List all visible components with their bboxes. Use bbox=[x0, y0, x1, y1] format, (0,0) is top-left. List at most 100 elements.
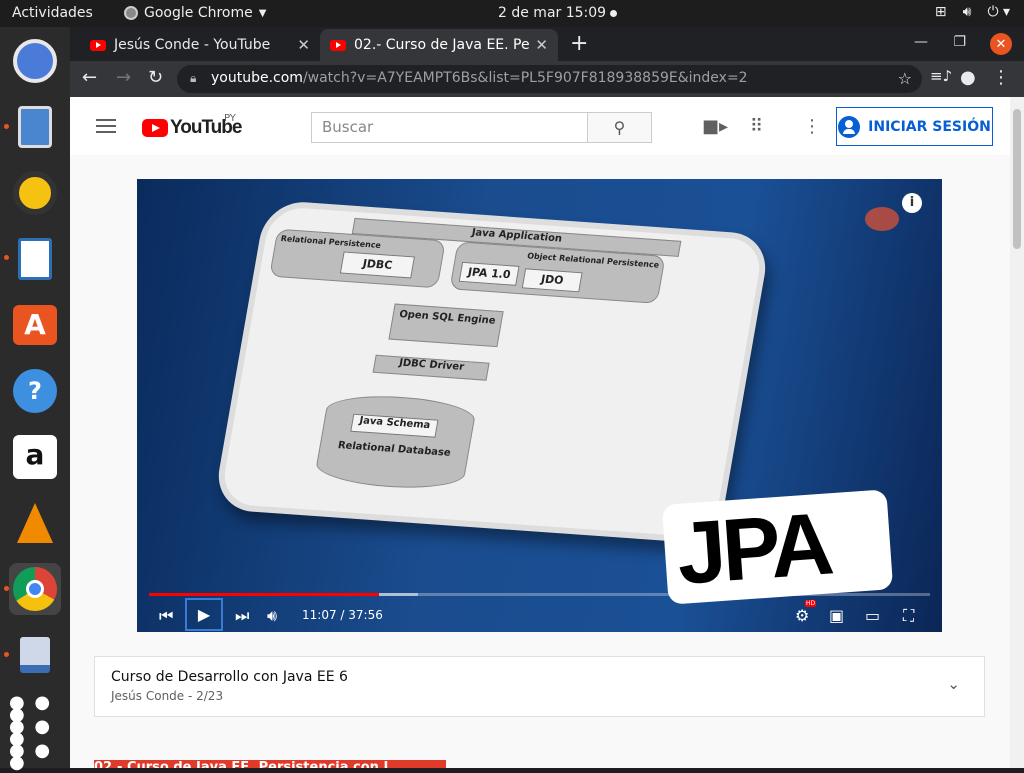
bookmark-star-icon[interactable]: ☆ bbox=[898, 69, 912, 88]
new-tab-button[interactable]: + bbox=[570, 31, 588, 56]
clock[interactable]: 2 de mar 15:09 bbox=[498, 5, 618, 21]
files-icon bbox=[18, 106, 52, 148]
database-cylinder: Relational Database bbox=[313, 391, 478, 493]
minimize-button[interactable]: — bbox=[914, 34, 928, 50]
video-player[interactable]: Java Application Relational Persistence … bbox=[137, 179, 942, 632]
miniplayer-icon[interactable]: ▣ bbox=[829, 606, 844, 625]
settings-kebab-icon[interactable]: ⋮ bbox=[803, 116, 821, 137]
next-icon[interactable]: ⏭ bbox=[235, 606, 249, 626]
back-button[interactable]: ← bbox=[82, 67, 97, 88]
chrome-icon bbox=[13, 567, 57, 611]
caret-down-icon: ▼ bbox=[258, 7, 267, 19]
theater-mode-icon[interactable]: ▭ bbox=[865, 606, 880, 625]
dock-software[interactable]: A bbox=[9, 299, 61, 351]
hd-badge: HD bbox=[805, 600, 817, 607]
player-controls: ⏮ ▶ ⏭ 🔊︎ 11:07 / 37:56 ⚙ HD ▣ ▭ ⛶ bbox=[137, 598, 942, 632]
tab-channel[interactable]: Jesús Conde - YouTube ✕ bbox=[80, 29, 320, 61]
previous-icon[interactable]: ⏮ bbox=[159, 606, 173, 626]
time-display: 11:07 / 37:56 bbox=[302, 608, 383, 622]
forward-button[interactable]: → bbox=[116, 67, 131, 88]
chrome-icon-center bbox=[26, 580, 44, 598]
settings-gear-icon[interactable]: ⚙ bbox=[795, 606, 809, 625]
signin-button[interactable]: INICIAR SESIÓN bbox=[836, 107, 993, 146]
url-host: youtube.com bbox=[211, 70, 303, 86]
dock-rhythmbox[interactable] bbox=[9, 167, 61, 219]
search-icon: ⚲ bbox=[613, 118, 626, 137]
dock-files[interactable] bbox=[9, 101, 61, 153]
close-tab-icon[interactable]: ✕ bbox=[297, 36, 310, 54]
chevron-down-icon[interactable]: ⌄ bbox=[947, 675, 960, 693]
search-input[interactable]: Buscar bbox=[311, 112, 588, 143]
tab-title: Jesús Conde - YouTube bbox=[114, 37, 271, 53]
grid-icon: ● ● ● ● ● ● ● ● ● bbox=[9, 692, 53, 773]
menu-line bbox=[96, 131, 116, 133]
menu-line bbox=[96, 119, 116, 121]
browser-window: Jesús Conde - YouTube ✕ 02.- Curso de Ja… bbox=[70, 27, 1024, 768]
dock-amazon[interactable]: a bbox=[9, 431, 61, 483]
info-icon[interactable]: i bbox=[902, 193, 922, 213]
youtube-page: YouTube PY Buscar ⚲ ■▸ ⠿ ⋮ INICIAR SESIÓ… bbox=[70, 97, 1024, 768]
url-path: /watch?v=A7YEAMPT6Bs&list=PL5F907F818938… bbox=[302, 70, 748, 86]
channel-watermark-icon bbox=[865, 207, 899, 231]
country-code: PY bbox=[224, 113, 236, 124]
rhythmbox-icon bbox=[13, 171, 57, 215]
system-tray[interactable]: ⊞ 🔊︎ ⏻ ▾ bbox=[935, 4, 1010, 20]
profile-icon[interactable]: ● bbox=[960, 67, 976, 88]
dock-chromium[interactable] bbox=[9, 35, 61, 87]
guide-menu-icon[interactable] bbox=[96, 119, 116, 137]
chromium-icon bbox=[13, 39, 57, 83]
relational-label: Relational Persistence bbox=[280, 233, 382, 250]
media-controls-icon[interactable]: ≡♪ bbox=[930, 67, 952, 85]
progress-bar[interactable] bbox=[149, 593, 930, 596]
clock-label: 2 de mar 15:09 bbox=[498, 5, 607, 21]
play-button[interactable]: ▶ bbox=[185, 598, 223, 631]
tab-title: 02.- Curso de Java EE. Per bbox=[354, 37, 529, 53]
scrollbar-thumb[interactable] bbox=[1013, 109, 1021, 249]
jdo-box: JDO bbox=[521, 268, 583, 293]
youtube-header: YouTube PY Buscar ⚲ ■▸ ⠿ ⋮ INICIAR SESIÓ… bbox=[70, 97, 1010, 155]
sql-engine-box: Open SQL Engine bbox=[388, 303, 504, 348]
writer-icon bbox=[18, 238, 52, 280]
dock-help[interactable]: ? bbox=[9, 365, 61, 417]
signin-label: INICIAR SESIÓN bbox=[868, 118, 991, 135]
dock: A ? a ● ● ● ● ● ● ● ● ● bbox=[0, 27, 70, 772]
close-window-button[interactable]: ✕ bbox=[990, 33, 1012, 55]
playlist-panel[interactable]: Curso de Desarrollo con Java EE 6 Jesús … bbox=[94, 656, 985, 717]
reload-button[interactable]: ↻ bbox=[148, 67, 163, 88]
volume-icon[interactable]: 🔊︎ bbox=[267, 606, 277, 626]
apps-grid-icon[interactable]: ⠿ bbox=[750, 116, 763, 137]
lock-icon: 🔒︎ bbox=[190, 71, 197, 85]
activities-button[interactable]: Actividades bbox=[12, 5, 93, 21]
fullscreen-icon[interactable]: ⛶ bbox=[903, 606, 914, 626]
jpa-box: JPA 1.0 bbox=[458, 261, 520, 286]
tab-strip: Jesús Conde - YouTube ✕ 02.- Curso de Ja… bbox=[70, 27, 1024, 61]
youtube-logo[interactable]: YouTube PY bbox=[142, 113, 242, 139]
menu-line bbox=[96, 125, 116, 127]
dock-writer[interactable] bbox=[9, 233, 61, 285]
play-icon: ▶ bbox=[197, 605, 211, 624]
address-bar[interactable]: 🔒︎ youtube.com/watch?v=A7YEAMPT6Bs&list=… bbox=[177, 65, 922, 93]
dock-vlc[interactable] bbox=[9, 497, 61, 549]
close-tab-icon[interactable]: ✕ bbox=[535, 36, 548, 54]
vlc-icon bbox=[17, 503, 53, 543]
youtube-play-icon bbox=[142, 119, 168, 137]
dock-chrome[interactable] bbox=[9, 563, 61, 615]
chrome-small-icon bbox=[124, 6, 138, 20]
menu-kebab-icon[interactable]: ⋮ bbox=[992, 67, 1010, 88]
search-button[interactable]: ⚲ bbox=[587, 112, 652, 143]
app-menu[interactable]: Google Chrome ▼ bbox=[124, 5, 266, 21]
jdbc-driver-box: JDBC Driver bbox=[372, 354, 490, 381]
dock-app[interactable] bbox=[9, 629, 61, 681]
create-video-icon[interactable]: ■▸ bbox=[702, 116, 728, 137]
tab-video[interactable]: 02.- Curso de Java EE. Per ✕ bbox=[320, 29, 558, 61]
page-scrollbar[interactable] bbox=[1010, 97, 1024, 768]
system-top-bar: Actividades Google Chrome ▼ 2 de mar 15:… bbox=[0, 0, 1024, 27]
power-icon: ⏻ ▾ bbox=[987, 4, 1010, 20]
volume-icon: 🔊︎ bbox=[962, 4, 972, 20]
video-title: 02.- Curso de Java EE. Persistencia con … bbox=[94, 760, 446, 768]
browser-toolbar: ← → ↻ 🔒︎ youtube.com/watch?v=A7YEAMPT6Bs… bbox=[70, 61, 1024, 97]
account-icon bbox=[838, 115, 861, 138]
show-apps-button[interactable]: ● ● ● ● ● ● ● ● ● bbox=[9, 694, 61, 772]
amazon-icon: a bbox=[13, 435, 57, 479]
restore-button[interactable]: ❐ bbox=[953, 34, 966, 50]
